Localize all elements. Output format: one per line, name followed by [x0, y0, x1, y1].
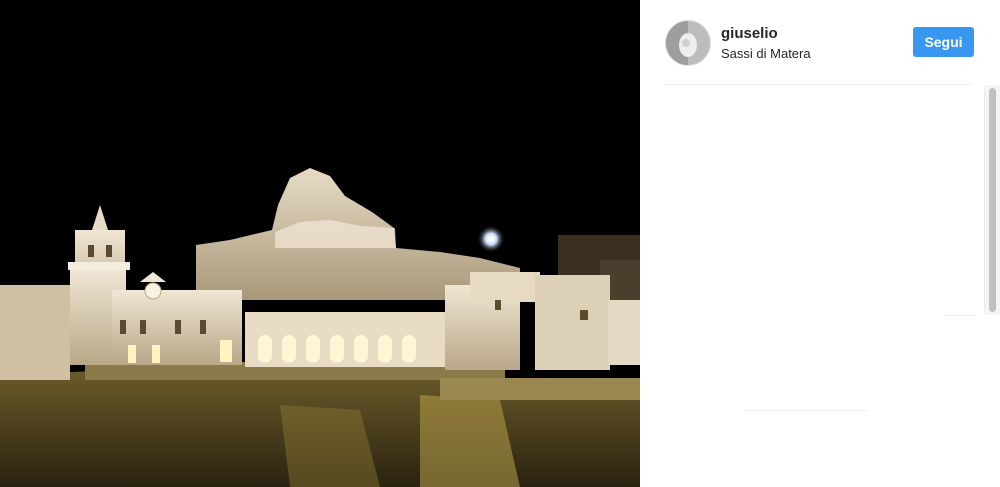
avatar[interactable] [665, 20, 711, 66]
comments-area[interactable] [665, 85, 983, 315]
section-divider [945, 315, 975, 316]
avatar-image [666, 21, 710, 65]
scrollbar-thumb[interactable] [989, 88, 996, 312]
post-side-panel: giuselio Sassi di Matera Segui [640, 0, 1000, 487]
photo-image [0, 0, 640, 487]
post-photo[interactable] [0, 0, 640, 487]
username[interactable]: giuselio [721, 25, 778, 42]
follow-button[interactable]: Segui [913, 27, 974, 57]
location-link[interactable]: Sassi di Matera [721, 46, 811, 61]
comments-scrollbar[interactable] [984, 85, 1000, 315]
footer-divider [744, 410, 868, 411]
post-header: giuselio Sassi di Matera Segui [640, 0, 1000, 85]
